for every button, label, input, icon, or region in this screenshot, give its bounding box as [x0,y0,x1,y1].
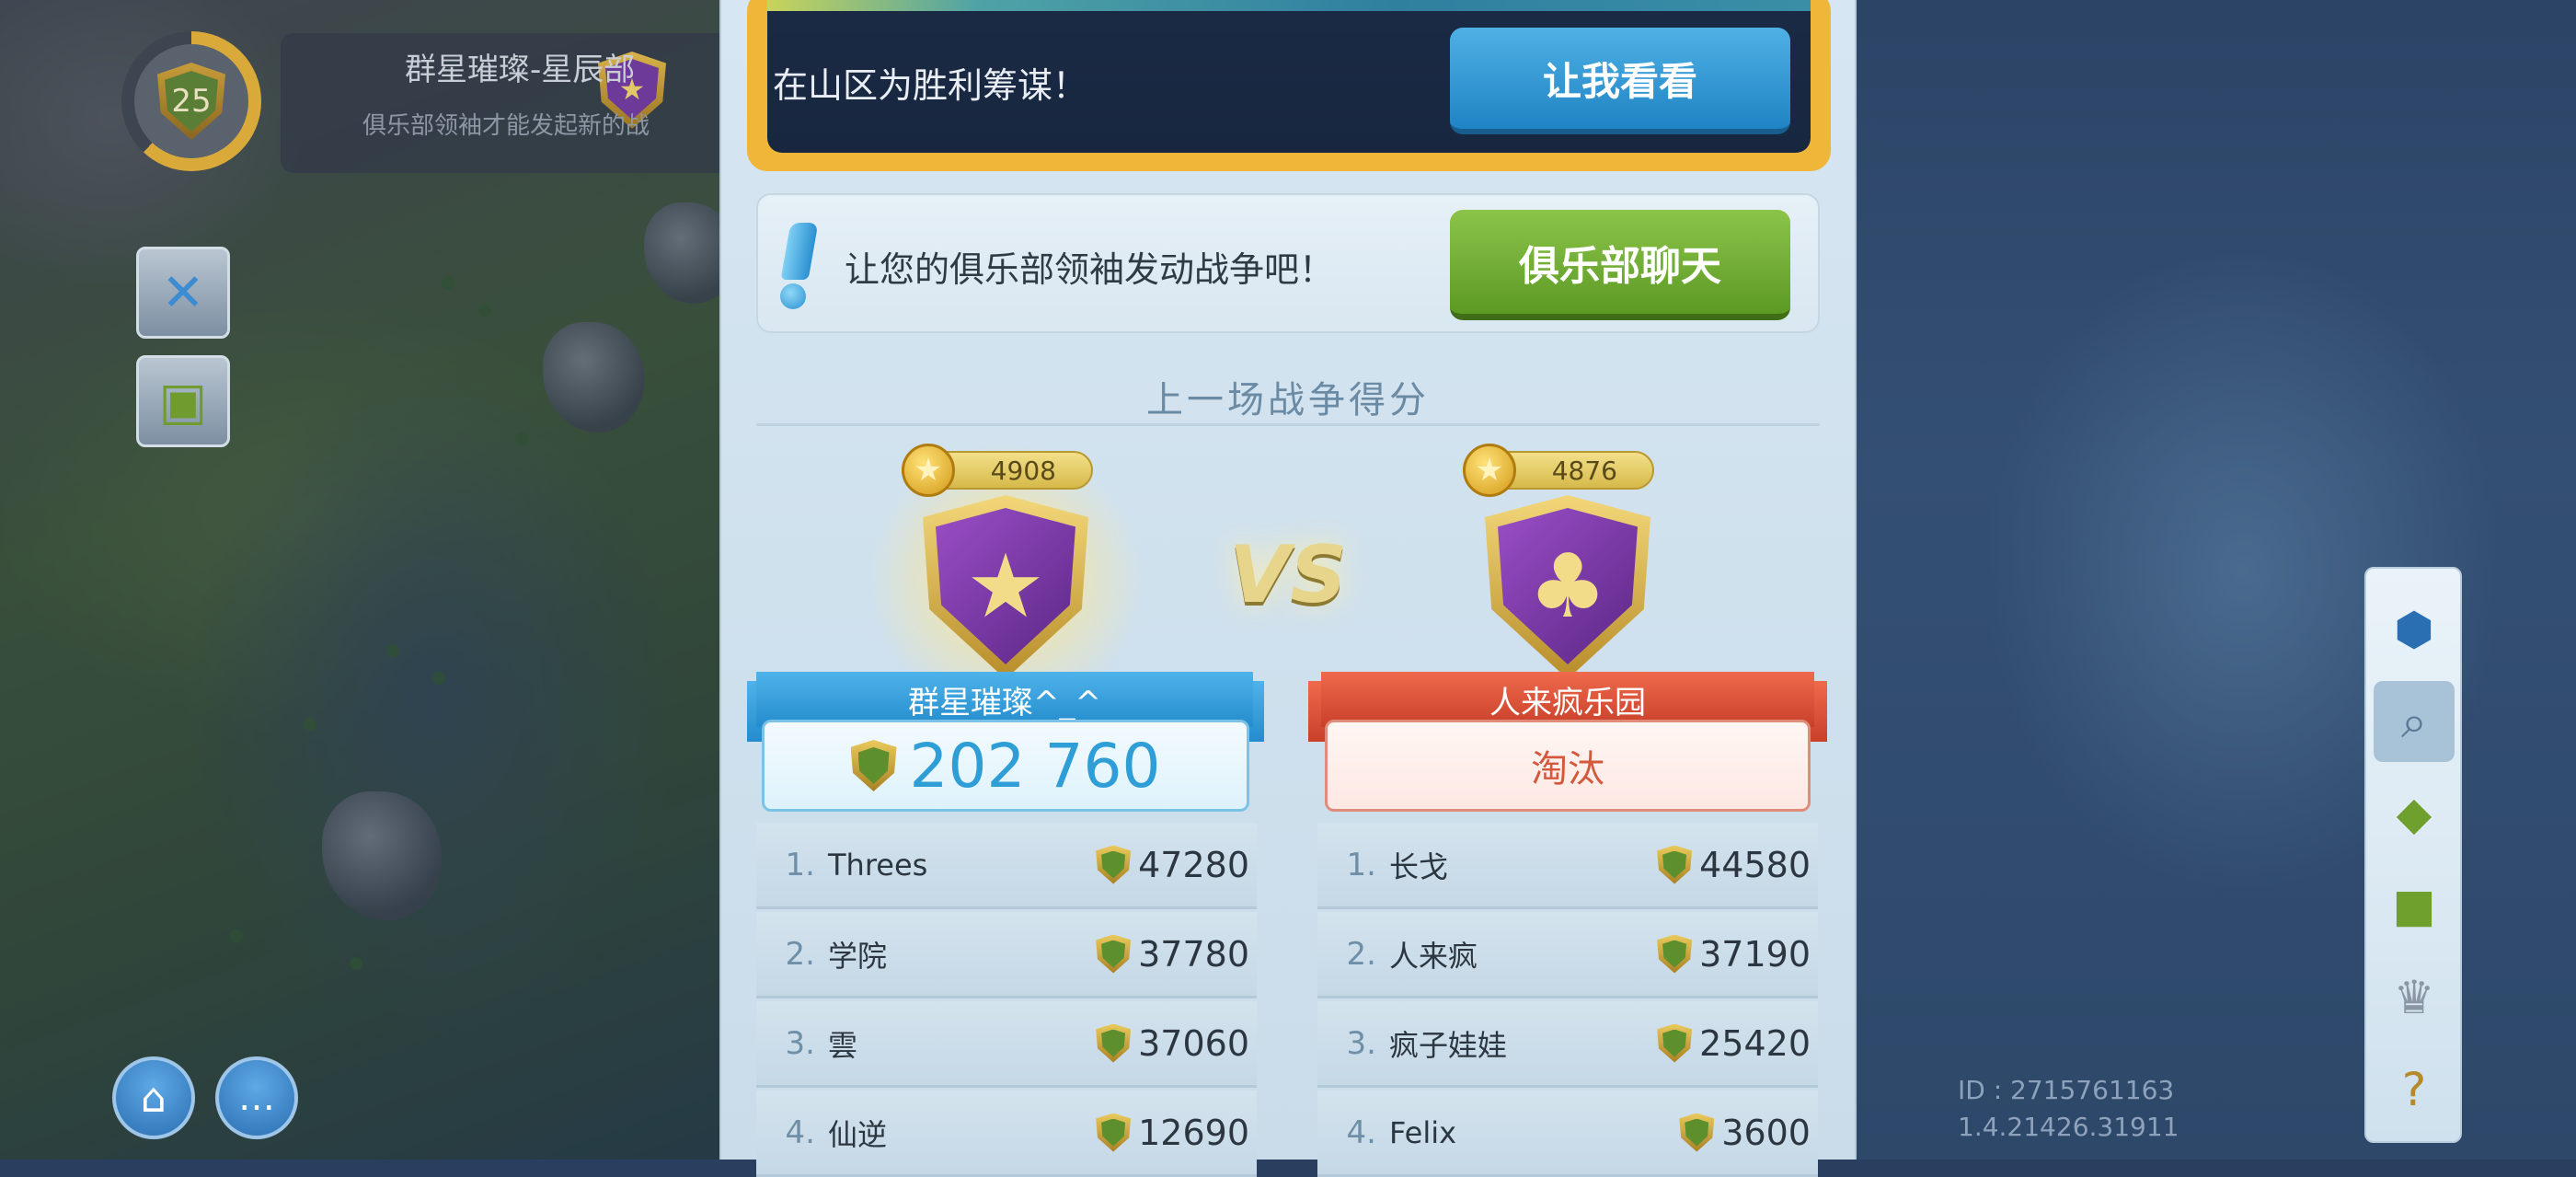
left-team-score: 202 760 [909,730,1161,802]
help-book-icon: ? [2401,1063,2427,1116]
chat-prompt-text: 让您的俱乐部领袖发动战争吧！ [845,249,1335,290]
war-points-shield-icon [1657,1023,1693,1063]
event-text: 在山区为胜利筹谋！ [773,65,1088,106]
home-icon: ⌂ [141,1074,167,1122]
member-rank: 2. [1346,935,1376,973]
club-chat-button[interactable]: 俱乐部聊天 [1450,210,1790,320]
search-button[interactable]: ⌕ [2374,681,2455,762]
war-points-shield-icon [1679,1113,1715,1152]
member-points: 47280 [1138,844,1249,885]
club-subtitle: 俱乐部领袖才能发起新的战 [362,112,650,140]
member-name: 学院 [828,938,888,974]
tools-button[interactable]: ✕ [136,247,230,339]
member-rank: 3. [1346,1024,1376,1062]
right-team-status: 淘汰 [1531,748,1604,790]
shop-button[interactable]: ▣ [136,355,230,447]
left-team-score-box: 202 760 [762,720,1249,812]
player-level-ring[interactable]: 25 [121,31,261,171]
star-card-button[interactable]: ■ [2374,865,2455,946]
war-points-shield-icon [1096,1113,1132,1152]
member-points: 44580 [1699,844,1811,885]
rating-coin-icon: ★ [1463,444,1516,497]
left-member-row[interactable]: 4. 仙逆 12690 [756,1090,1257,1177]
right-team-name: 人来疯乐园 [1321,672,1814,727]
member-points: 37060 [1138,1022,1249,1064]
member-points: 37190 [1699,933,1811,975]
member-points: 3600 [1721,1112,1811,1153]
right-team-status-box: 淘汰 [1325,720,1811,812]
club-name: 群星璀璨-星辰部 [405,52,636,88]
member-rank: 1. [785,846,815,883]
show-me-button[interactable]: 让我看看 [1450,28,1790,134]
trophy-button[interactable]: ♛ [2374,957,2455,1038]
star-card-icon: ■ [2392,879,2436,932]
bolt-card-icon: ◆ [2396,787,2432,840]
right-member-row[interactable]: 4. Felix 3600 [1317,1090,1818,1177]
member-points: 12690 [1138,1112,1249,1153]
magnifier-icon: ⌕ [2401,694,2427,748]
war-points-shield-icon [1657,845,1693,884]
war-points-shield-icon [1096,845,1132,884]
sea-background [1857,0,2576,1160]
right-member-row[interactable]: 1. 长戈 44580 [1317,823,1818,909]
member-rank: 4. [785,1114,815,1151]
member-points: 25420 [1699,1022,1811,1064]
build-version: 1.4.21426.31911 [1958,1112,2179,1142]
exclamation-icon [775,223,822,309]
info-hex-icon: ⬢ [2394,603,2434,656]
help-button[interactable]: ? [2374,1049,2455,1130]
war-points-shield-icon [1657,934,1693,974]
right-member-row[interactable]: 3. 疯子娃娃 25420 [1317,1001,1818,1088]
map-dim-overlay [0,0,727,1160]
exclamation-bar [780,223,819,280]
right-side-menu: ⬢ ⌕ ◆ ■ ♛ ? [2364,567,2462,1143]
trophy-icon: ♛ [2393,971,2435,1024]
level-ring-inner: 25 [134,44,248,158]
member-name: 疯子娃娃 [1389,1027,1508,1063]
bolt-card-button[interactable]: ◆ [2374,773,2455,854]
member-name: 雲 [828,1027,858,1063]
war-points-shield-icon [1096,1023,1132,1063]
info-button[interactable]: ⬢ [2374,589,2455,670]
member-name: Felix [1389,1114,1457,1150]
member-name: 长戈 [1389,848,1449,884]
member-rank: 2. [785,935,815,973]
player-id: ID : 2715761163 [1958,1075,2175,1105]
home-button[interactable]: ⌂ [112,1056,195,1139]
member-rank: 1. [1346,846,1376,883]
war-points-shield-icon [850,740,897,791]
left-member-row[interactable]: 3. 雲 37060 [756,1001,1257,1088]
chat-button[interactable]: … [215,1056,298,1139]
left-member-row[interactable]: 2. 学院 37780 [756,912,1257,998]
level-shield-icon: 25 [157,63,225,140]
member-name: Threes [828,847,928,883]
level-number: 25 [165,71,218,132]
right-member-row[interactable]: 2. 人来疯 37190 [1317,912,1818,998]
member-name: 仙逆 [828,1116,888,1152]
section-divider [756,423,1820,426]
member-rank: 4. [1346,1114,1376,1151]
chat-bubble-icon: … [238,1077,275,1119]
exclamation-dot [780,283,806,309]
rating-coin-icon: ★ [902,444,955,497]
last-war-title: 上一场战争得分 [1146,379,1430,421]
wrench-screwdriver-icon: ✕ [161,262,205,323]
left-member-row[interactable]: 1. Threes 47280 [756,823,1257,909]
event-image-strip [767,0,1811,11]
member-points: 37780 [1138,933,1249,975]
member-rank: 3. [785,1024,815,1062]
left-team-name: 群星璀璨^_^ [756,672,1253,727]
vs-label: VS [1228,529,1348,621]
shopping-bag-icon: ▣ [158,371,208,432]
war-points-shield-icon [1096,934,1132,974]
member-name: 人来疯 [1389,938,1478,974]
